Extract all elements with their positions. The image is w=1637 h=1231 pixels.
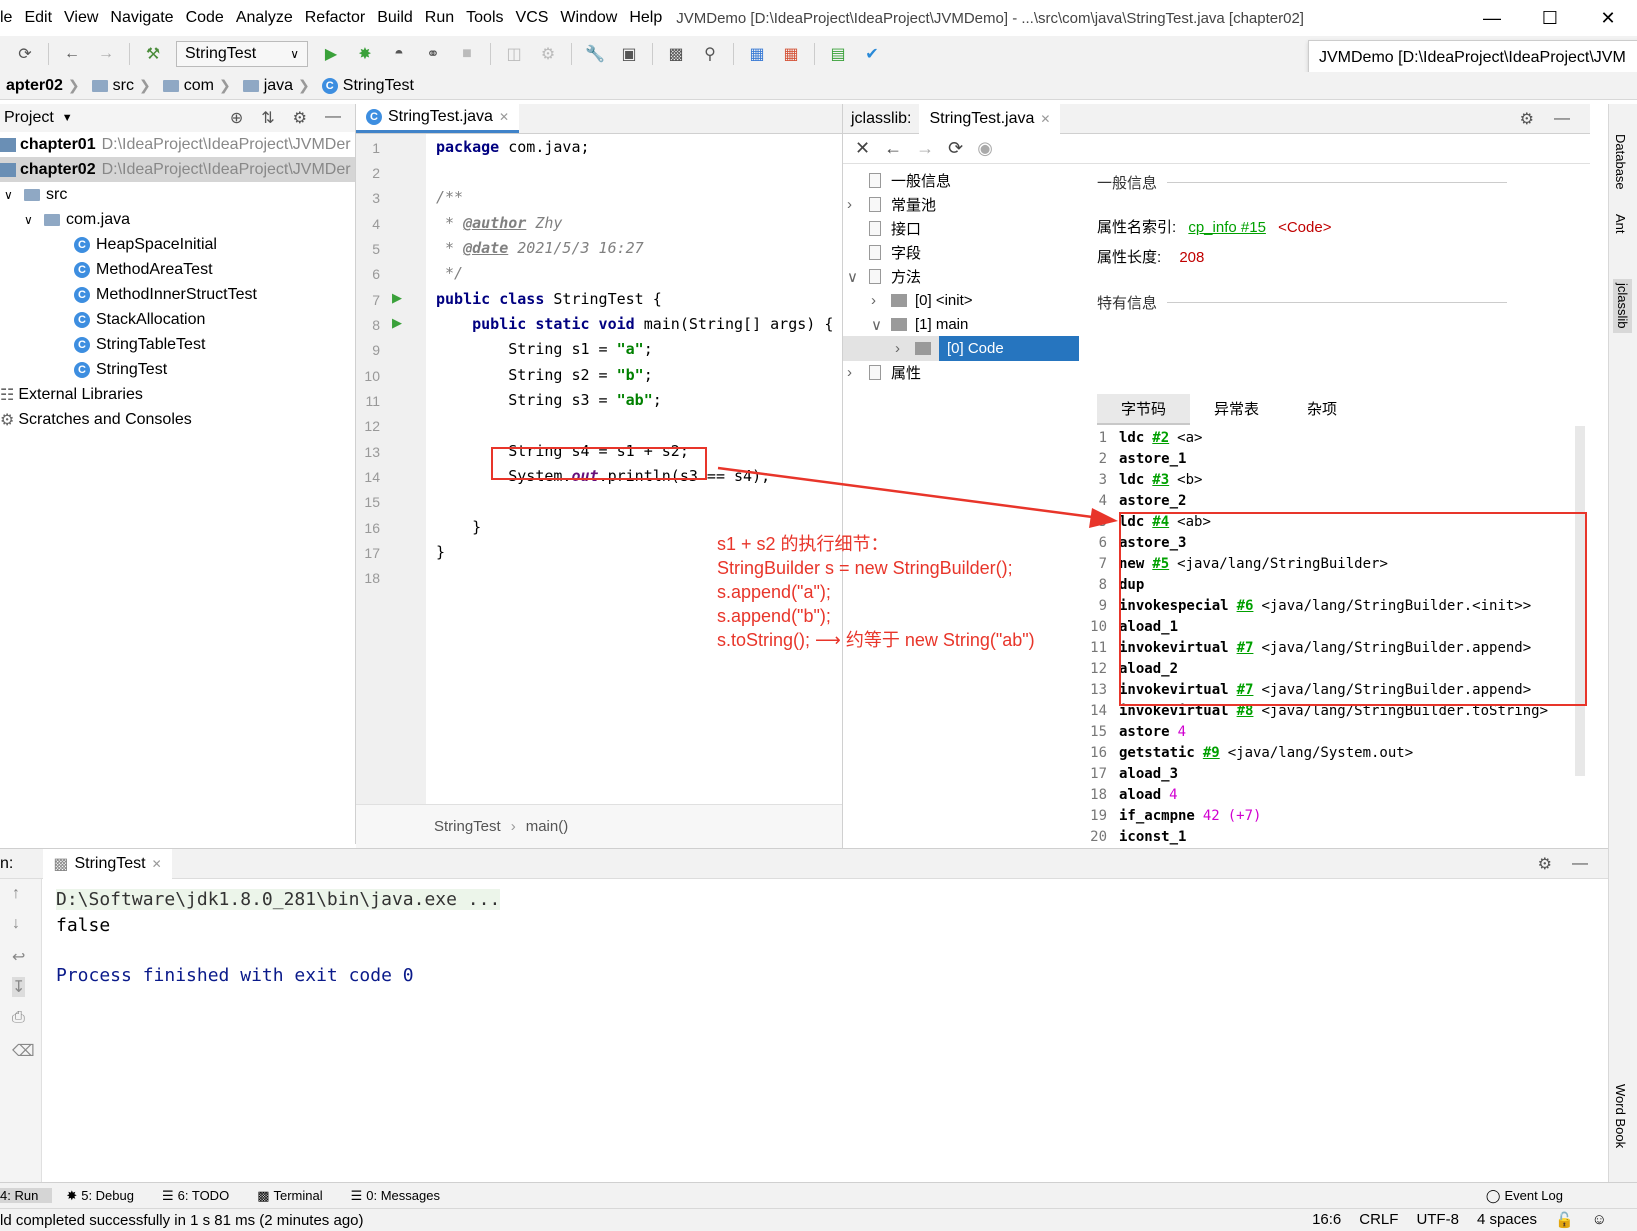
annotation-line: s1 + s2 的执行细节： xyxy=(717,534,889,554)
arrow-line xyxy=(717,466,1101,520)
annotation-line: s.append("b"); xyxy=(717,606,831,626)
annotation-line: StringBuilder s = new StringBuilder(); xyxy=(717,558,1013,578)
annotation-line: s.append("a"); xyxy=(717,582,831,602)
annotation-line: s.toString(); ⟶ 约等于 new String("ab") xyxy=(717,630,1035,650)
arrow-head xyxy=(1089,508,1118,528)
